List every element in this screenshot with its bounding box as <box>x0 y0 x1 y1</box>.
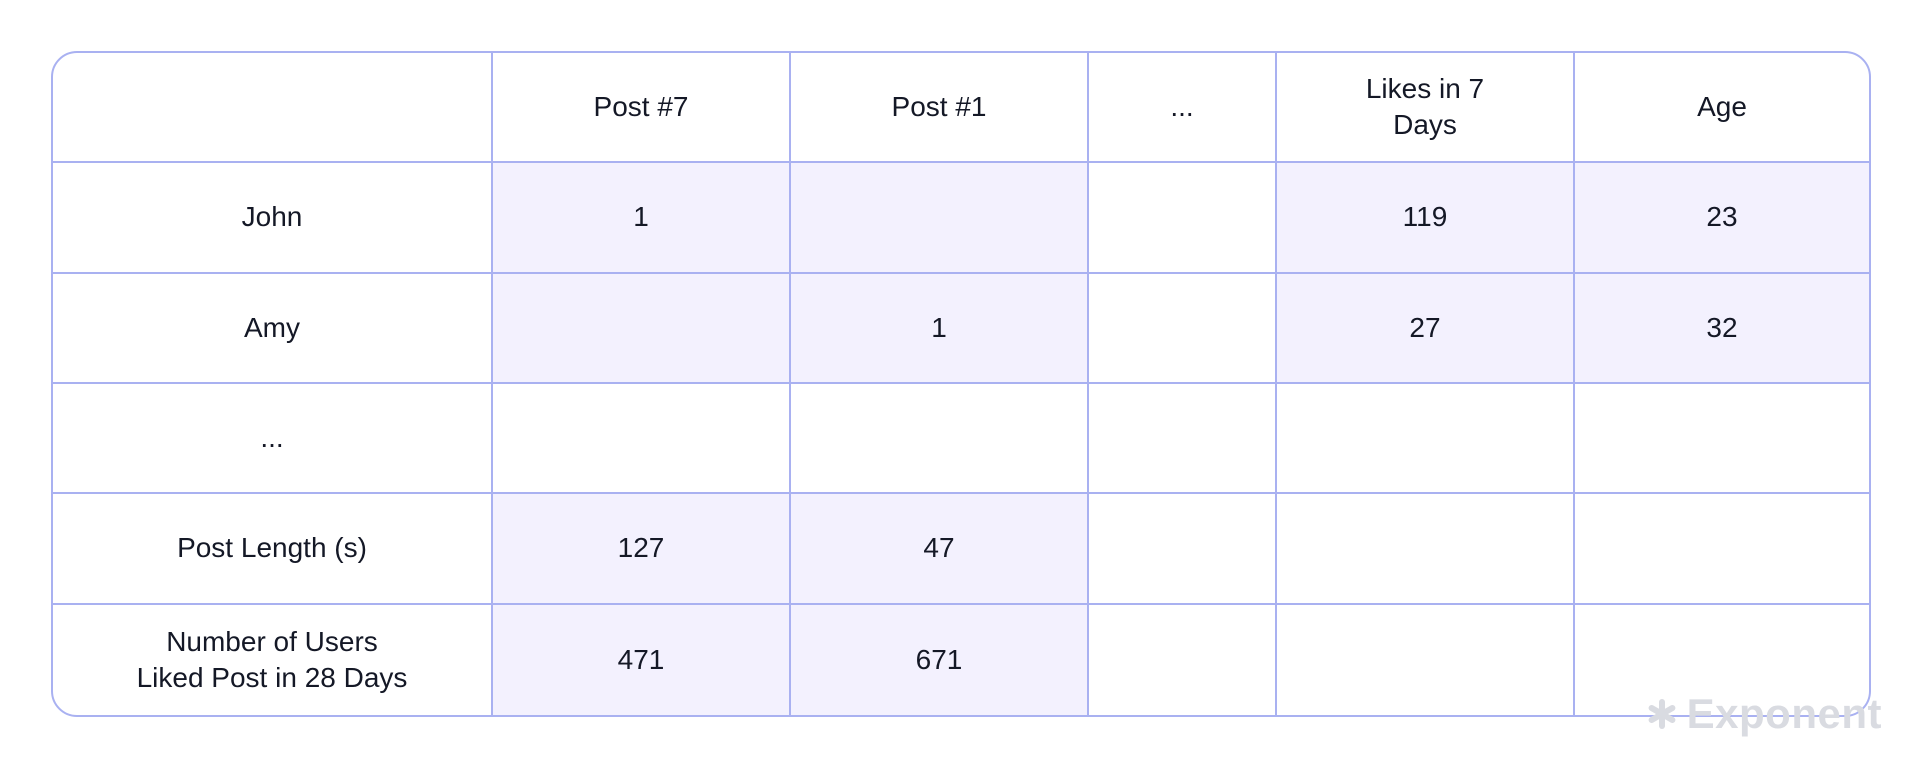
table-cell: 47 <box>791 494 1089 605</box>
row-label-amy: Amy <box>53 273 493 384</box>
table-cell <box>1575 494 1869 605</box>
table-cell <box>1089 273 1277 384</box>
table-cell <box>1089 604 1277 715</box>
table-cell <box>493 384 791 495</box>
table-cell <box>1277 604 1575 715</box>
table-cell: 1 <box>493 163 791 274</box>
table-cell: 119 <box>1277 163 1575 274</box>
table-cell: 27 <box>1277 273 1575 384</box>
asterisk-icon <box>1645 697 1679 731</box>
header-age: Age <box>1575 53 1869 164</box>
row-label-post-length: Post Length (s) <box>53 494 493 605</box>
table-cell <box>1089 494 1277 605</box>
row-label-ellipsis: ... <box>53 384 493 495</box>
table-cell <box>791 384 1089 495</box>
table-cell <box>493 273 791 384</box>
stage: Post #7 Post #1 ... Likes in 7 Days Age … <box>0 0 1920 768</box>
header-corner <box>53 53 493 164</box>
table-cell <box>791 163 1089 274</box>
header-post-1: Post #1 <box>791 53 1089 164</box>
table-cell <box>1277 384 1575 495</box>
table-cell: 671 <box>791 604 1089 715</box>
table-cell <box>1277 494 1575 605</box>
header-likes-7-days: Likes in 7 Days <box>1277 53 1575 164</box>
table-cell: 32 <box>1575 273 1869 384</box>
exponent-watermark: Exponent <box>1645 690 1882 738</box>
table-cell <box>1575 384 1869 495</box>
row-label-john: John <box>53 163 493 274</box>
table-cell: 471 <box>493 604 791 715</box>
user-post-feature-matrix: Post #7 Post #1 ... Likes in 7 Days Age … <box>51 51 1871 717</box>
header-post-7: Post #7 <box>493 53 791 164</box>
table-cell: 23 <box>1575 163 1869 274</box>
table-cell: 127 <box>493 494 791 605</box>
table-cell <box>1089 163 1277 274</box>
watermark-text: Exponent <box>1686 690 1882 737</box>
header-ellipsis: ... <box>1089 53 1277 164</box>
table-cell <box>1089 384 1277 495</box>
row-label-number-of-users: Number of Users Liked Post in 28 Days <box>53 604 493 715</box>
table-cell: 1 <box>791 273 1089 384</box>
